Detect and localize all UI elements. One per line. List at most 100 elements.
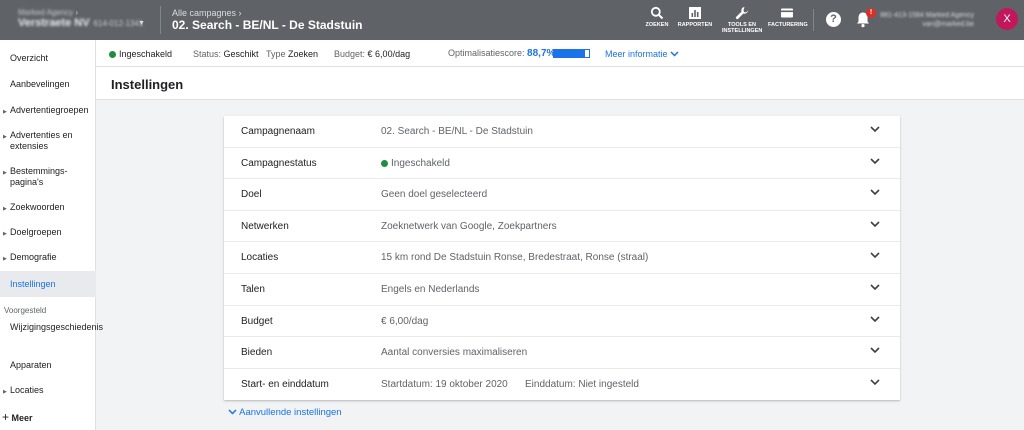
- avatar[interactable]: X: [996, 8, 1018, 30]
- notification-badge: !: [866, 8, 876, 18]
- type-info: Type Zoeken: [266, 49, 318, 59]
- setting-label: Start- en einddatum: [241, 378, 329, 390]
- sidebar-item-label: Apparaten: [10, 360, 52, 370]
- sidebar-section-label: Voorgesteld: [4, 306, 47, 315]
- sidebar-item-label: Demografie: [10, 252, 57, 262]
- search-tool-button[interactable]: ZOEKEN: [644, 6, 670, 28]
- sidebar-item-overzicht[interactable]: Overzicht: [0, 53, 96, 67]
- setting-label: Locaties: [241, 252, 279, 264]
- billing-label: FACTURERING: [768, 22, 808, 28]
- reports-tool-label: RAPPORTEN: [677, 22, 713, 28]
- billing-card-icon: [781, 8, 793, 18]
- setting-value: € 6,00/dag: [381, 315, 429, 327]
- additional-settings-label: Aanvullende instellingen: [239, 407, 342, 418]
- sidebar: Overzicht Aanbevelingen ▶ Advertentiegroe…: [0, 40, 104, 430]
- sidebar-item-demografie[interactable]: ▶ Demografie: [0, 252, 96, 266]
- chevron-down-icon[interactable]: [870, 252, 880, 259]
- sidebar-more-button[interactable]: + Meer: [2, 410, 33, 424]
- sidebar-item-instellingen[interactable]: Instellingen: [0, 271, 96, 297]
- sidebar-item-label: Aanbevelingen: [10, 79, 70, 89]
- tools-settings-label: TOOLS EN INSTELLINGEN: [722, 22, 763, 34]
- score-progress-bar: [553, 49, 590, 58]
- setting-value: Engels en Nederlands: [381, 284, 480, 295]
- wrench-icon: [735, 7, 748, 20]
- breadcrumb[interactable]: Alle campagnes ›: [172, 8, 242, 18]
- chevron-down-icon[interactable]: [870, 221, 880, 228]
- setting-value: 15 km rond De Stadstuin Ronse, Bredestra…: [381, 252, 649, 264]
- budget-key: Budget:: [334, 49, 366, 59]
- type-key: Type: [266, 49, 286, 59]
- setting-row-netwerken[interactable]: Netwerken Zoeknetwerk van Google, Zoekpa…: [224, 211, 900, 243]
- chevron-down-icon[interactable]: [870, 189, 880, 196]
- setting-label: Campagnenaam: [241, 126, 315, 137]
- setting-label: Campagnestatus: [241, 157, 317, 169]
- setting-value: Geen doel geselecteerd: [381, 189, 488, 201]
- sidebar-item-bestemmingspaginas[interactable]: ▶ Bestemmings-pagina's: [0, 166, 96, 190]
- setting-row-campagnestatus[interactable]: Campagnestatus Ingeschakeld: [224, 148, 900, 180]
- top-bar: Marked Agency › Verstraete NV 614-012-134…: [0, 0, 1024, 40]
- status-info: Status: Geschikt: [193, 49, 259, 59]
- expand-arrow-icon: ▶: [3, 231, 7, 237]
- setting-value: Aantal conversies maximaliseren: [381, 347, 528, 359]
- sidebar-more-label: Meer: [11, 413, 33, 423]
- setting-row-talen[interactable]: Talen Engels en Nederlands: [224, 274, 900, 306]
- sidebar-item-locaties[interactable]: ▶ Locaties: [0, 385, 96, 399]
- additional-settings-link[interactable]: Aanvullende instellingen: [228, 407, 342, 418]
- divider: [160, 6, 161, 34]
- setting-row-locaties[interactable]: Locaties 15 km rond De Stadstuin Ronse, …: [224, 242, 900, 274]
- setting-row-doel[interactable]: Doel Geen doel geselecteerd: [224, 179, 900, 211]
- caret-down-icon[interactable]: ▼: [138, 20, 145, 27]
- sidebar-item-label: Bestemmings-pagina's: [10, 166, 68, 187]
- setting-value: Zoeknetwerk van Google, Zoekpartners: [381, 220, 557, 232]
- expand-arrow-icon: ▶: [3, 170, 7, 176]
- breadcrumb-all-campaigns[interactable]: Alle campagnes: [172, 8, 236, 18]
- setting-label: Bieden: [241, 347, 273, 359]
- page-header: Instellingen: [96, 67, 1024, 100]
- setting-row-budget[interactable]: Budget € 6,00/dag: [224, 306, 900, 338]
- chevron-down-icon[interactable]: [870, 126, 880, 133]
- setting-row-bieden[interactable]: Bieden Aantal conversies maximaliseren: [224, 337, 900, 369]
- setting-value-start: Startdatum: 19 oktober 2020: [381, 378, 508, 390]
- sidebar-item-advertentiegroepen[interactable]: ▶ Advertentiegroepen: [0, 105, 96, 119]
- billing-button[interactable]: FACTURERING: [768, 6, 808, 28]
- score-progress-fill: [554, 50, 586, 57]
- campaign-status-strip: Ingeschakeld Status: Geschikt Type Zoeke…: [96, 40, 1024, 67]
- type-value: Zoeken: [288, 49, 319, 59]
- chevron-down-icon[interactable]: [870, 347, 880, 354]
- setting-value: 02. Search - BE/NL - De Stadstuin: [381, 126, 533, 137]
- sidebar-item-zoekwoorden[interactable]: ▶ Zoekwoorden: [0, 202, 96, 216]
- page-title: Instellingen: [111, 77, 184, 92]
- setting-row-start-einddatum[interactable]: Start- en einddatum Startdatum: 19 oktob…: [224, 369, 900, 401]
- chevron-down-icon[interactable]: [870, 379, 880, 386]
- enabled-status-dot: [109, 51, 116, 58]
- campaign-state[interactable]: Ingeschakeld: [109, 49, 172, 59]
- tools-settings-button[interactable]: TOOLS EN INSTELLINGEN: [722, 6, 762, 34]
- account-switcher[interactable]: Verstraete NV 614-012-1341: [18, 17, 143, 29]
- expand-arrow-icon: ▶: [3, 109, 7, 115]
- chevron-down-icon[interactable]: [870, 158, 880, 165]
- sidebar-item-doelgroepen[interactable]: ▶ Doelgroepen: [0, 227, 96, 241]
- score-key: Optimalisatiescore:: [448, 48, 525, 58]
- sidebar-item-label: Locaties: [10, 385, 44, 395]
- sidebar-item-aanbevelingen[interactable]: Aanbevelingen: [0, 79, 96, 93]
- setting-value: Ingeschakeld: [381, 158, 450, 169]
- user-line-1: 881-413-1584 Marked Agency: [880, 12, 974, 19]
- score-value: 88,7%: [527, 48, 556, 59]
- sidebar-item-label: Wijzigingsgeschiedenis: [10, 322, 104, 332]
- help-icon[interactable]: ?: [826, 12, 841, 27]
- sidebar-item-wijzigingsgeschiedenis[interactable]: Wijzigingsgeschiedenis: [0, 322, 104, 346]
- chevron-down-icon[interactable]: [870, 316, 880, 323]
- sidebar-item-advertenties[interactable]: ▶ Advertenties en extensies: [0, 130, 96, 154]
- account-agency-text: Marked Agency: [18, 8, 74, 17]
- settings-card: Campagnenaam 02. Search - BE/NL - De Sta…: [224, 116, 900, 400]
- reports-tool-button[interactable]: RAPPORTEN: [677, 6, 713, 28]
- chevron-down-icon[interactable]: [870, 284, 880, 291]
- setting-row-campagnenaam[interactable]: Campagnenaam 02. Search - BE/NL - De Sta…: [224, 116, 900, 148]
- status-key: Status:: [193, 49, 222, 59]
- account-line: Marked Agency ›: [18, 8, 79, 17]
- sidebar-item-apparaten[interactable]: Apparaten: [0, 360, 96, 374]
- setting-label: Budget: [241, 315, 273, 327]
- more-info-link[interactable]: Meer informatie: [605, 49, 679, 59]
- expand-arrow-icon: ▶: [3, 134, 7, 140]
- sidebar-item-label: Advertenties en extensies: [10, 130, 73, 151]
